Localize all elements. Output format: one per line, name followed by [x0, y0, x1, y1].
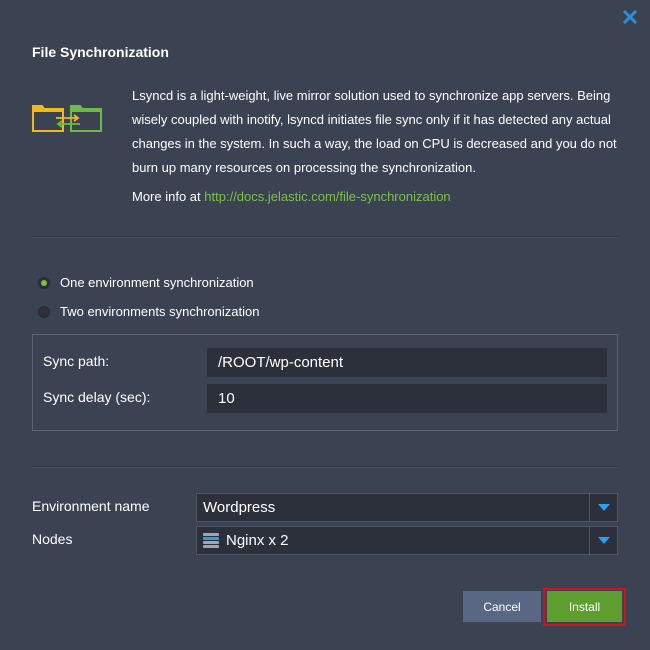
- environment-name-select[interactable]: Wordpress: [196, 493, 618, 522]
- radio-label: Two environments synchronization: [60, 304, 260, 319]
- chevron-down-icon[interactable]: [589, 527, 617, 554]
- more-info: More info at http://docs.jelastic.com/fi…: [132, 189, 451, 204]
- sync-path-label: Sync path:: [43, 353, 110, 369]
- nodes-label: Nodes: [32, 531, 73, 547]
- cancel-button[interactable]: Cancel: [463, 591, 541, 622]
- radio-one-environment[interactable]: One environment synchronization: [38, 275, 254, 290]
- radio-button-checked[interactable]: [38, 276, 50, 289]
- nodes-value: Nginx x 2: [226, 532, 289, 549]
- close-icon[interactable]: [621, 8, 639, 26]
- more-info-prefix: More info at: [132, 189, 201, 204]
- nodes-select[interactable]: Nginx x 2: [196, 526, 618, 555]
- sync-delay-input[interactable]: [207, 384, 607, 413]
- dialog-title: File Synchronization: [32, 44, 169, 60]
- server-stack-icon: [203, 532, 219, 550]
- radio-button[interactable]: [38, 305, 50, 318]
- sync-path-input[interactable]: [207, 348, 607, 377]
- sync-settings-panel: Sync path: Sync delay (sec):: [32, 334, 618, 431]
- radio-label: One environment synchronization: [60, 275, 254, 290]
- install-button[interactable]: Install: [547, 591, 622, 622]
- chevron-down-icon[interactable]: [589, 494, 617, 521]
- environment-name-label: Environment name: [32, 498, 150, 514]
- divider: [32, 466, 618, 468]
- divider: [32, 236, 618, 238]
- sync-delay-label: Sync delay (sec):: [43, 389, 151, 405]
- folder-sync-icon: [32, 103, 104, 133]
- radio-two-environments[interactable]: Two environments synchronization: [38, 304, 259, 319]
- environment-name-value: Wordpress: [203, 499, 276, 516]
- file-sync-dialog: File Synchronization Lsyncd is a light-w…: [0, 0, 650, 650]
- docs-link[interactable]: http://docs.jelastic.com/file-synchroniz…: [204, 189, 450, 204]
- description-text: Lsyncd is a light-weight, live mirror so…: [132, 88, 617, 175]
